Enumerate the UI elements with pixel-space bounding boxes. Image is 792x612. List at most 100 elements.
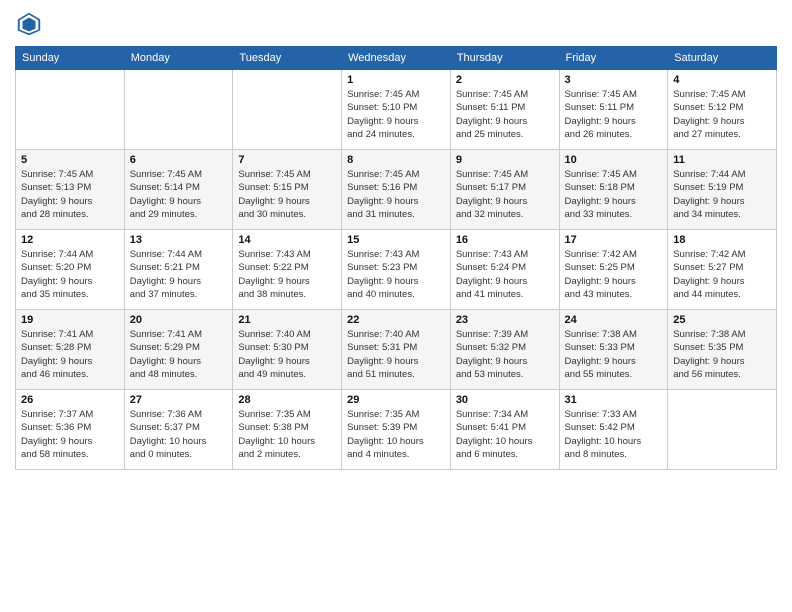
cell-info-text: Sunrise: 7:44 AM Sunset: 5:19 PM Dayligh… bbox=[673, 168, 771, 221]
weekday-header-tuesday: Tuesday bbox=[233, 47, 342, 70]
calendar-cell: 2 Sunrise: 7:45 AM Sunset: 5:11 PM Daylig… bbox=[450, 70, 559, 150]
cell-info-text: Sunrise: 7:35 AM Sunset: 5:39 PM Dayligh… bbox=[347, 408, 445, 461]
cell-day-number: 27 bbox=[130, 394, 228, 406]
cell-info-text: Sunrise: 7:44 AM Sunset: 5:21 PM Dayligh… bbox=[130, 248, 228, 301]
calendar-cell bbox=[16, 70, 125, 150]
cell-day-number: 31 bbox=[565, 394, 663, 406]
weekday-header-saturday: Saturday bbox=[668, 47, 777, 70]
cell-day-number: 22 bbox=[347, 314, 445, 326]
calendar-cell: 7 Sunrise: 7:45 AM Sunset: 5:15 PM Daylig… bbox=[233, 150, 342, 230]
calendar-cell: 21 Sunrise: 7:40 AM Sunset: 5:30 PM Dayli… bbox=[233, 310, 342, 390]
cell-day-number: 15 bbox=[347, 234, 445, 246]
cell-info-text: Sunrise: 7:45 AM Sunset: 5:15 PM Dayligh… bbox=[238, 168, 336, 221]
cell-day-number: 28 bbox=[238, 394, 336, 406]
cell-info-text: Sunrise: 7:38 AM Sunset: 5:35 PM Dayligh… bbox=[673, 328, 771, 381]
calendar-cell: 3 Sunrise: 7:45 AM Sunset: 5:11 PM Daylig… bbox=[559, 70, 668, 150]
cell-info-text: Sunrise: 7:45 AM Sunset: 5:18 PM Dayligh… bbox=[565, 168, 663, 221]
cell-info-text: Sunrise: 7:43 AM Sunset: 5:23 PM Dayligh… bbox=[347, 248, 445, 301]
cell-day-number: 17 bbox=[565, 234, 663, 246]
calendar-cell: 30Sunrise: 7:34 AM Sunset: 5:41 PM Dayli… bbox=[450, 390, 559, 470]
calendar-week-3: 12Sunrise: 7:44 AM Sunset: 5:20 PM Dayli… bbox=[16, 230, 777, 310]
cell-info-text: Sunrise: 7:40 AM Sunset: 5:31 PM Dayligh… bbox=[347, 328, 445, 381]
weekday-header-row: SundayMondayTuesdayWednesdayThursdayFrid… bbox=[16, 47, 777, 70]
cell-day-number: 4 bbox=[673, 74, 771, 86]
cell-info-text: Sunrise: 7:34 AM Sunset: 5:41 PM Dayligh… bbox=[456, 408, 554, 461]
cell-info-text: Sunrise: 7:38 AM Sunset: 5:33 PM Dayligh… bbox=[565, 328, 663, 381]
calendar-cell: 23 Sunrise: 7:39 AM Sunset: 5:32 PM Dayli… bbox=[450, 310, 559, 390]
cell-info-text: Sunrise: 7:45 AM Sunset: 5:11 PM Dayligh… bbox=[456, 88, 554, 141]
calendar-table: SundayMondayTuesdayWednesdayThursdayFrid… bbox=[15, 46, 777, 470]
calendar-cell: 12Sunrise: 7:44 AM Sunset: 5:20 PM Dayli… bbox=[16, 230, 125, 310]
calendar-cell: 20 Sunrise: 7:41 AM Sunset: 5:29 PM Dayli… bbox=[124, 310, 233, 390]
cell-info-text: Sunrise: 7:42 AM Sunset: 5:25 PM Dayligh… bbox=[565, 248, 663, 301]
calendar-cell: 9 Sunrise: 7:45 AM Sunset: 5:17 PM Daylig… bbox=[450, 150, 559, 230]
calendar-cell bbox=[124, 70, 233, 150]
calendar-cell: 11 Sunrise: 7:44 AM Sunset: 5:19 PM Dayli… bbox=[668, 150, 777, 230]
cell-info-text: Sunrise: 7:45 AM Sunset: 5:10 PM Dayligh… bbox=[347, 88, 445, 141]
calendar-cell: 22 Sunrise: 7:40 AM Sunset: 5:31 PM Dayli… bbox=[342, 310, 451, 390]
cell-day-number: 29 bbox=[347, 394, 445, 406]
calendar-week-5: 26 Sunrise: 7:37 AM Sunset: 5:36 PM Dayli… bbox=[16, 390, 777, 470]
cell-day-number: 6 bbox=[130, 154, 228, 166]
logo bbox=[15, 10, 47, 38]
calendar-cell: 25Sunrise: 7:38 AM Sunset: 5:35 PM Dayli… bbox=[668, 310, 777, 390]
cell-day-number: 10 bbox=[565, 154, 663, 166]
calendar-cell: 5 Sunrise: 7:45 AM Sunset: 5:13 PM Daylig… bbox=[16, 150, 125, 230]
cell-day-number: 8 bbox=[347, 154, 445, 166]
cell-day-number: 2 bbox=[456, 74, 554, 86]
cell-info-text: Sunrise: 7:43 AM Sunset: 5:22 PM Dayligh… bbox=[238, 248, 336, 301]
calendar-cell: 24Sunrise: 7:38 AM Sunset: 5:33 PM Dayli… bbox=[559, 310, 668, 390]
cell-info-text: Sunrise: 7:45 AM Sunset: 5:12 PM Dayligh… bbox=[673, 88, 771, 141]
calendar-cell: 6 Sunrise: 7:45 AM Sunset: 5:14 PM Daylig… bbox=[124, 150, 233, 230]
cell-day-number: 18 bbox=[673, 234, 771, 246]
cell-info-text: Sunrise: 7:33 AM Sunset: 5:42 PM Dayligh… bbox=[565, 408, 663, 461]
cell-info-text: Sunrise: 7:41 AM Sunset: 5:29 PM Dayligh… bbox=[130, 328, 228, 381]
cell-info-text: Sunrise: 7:45 AM Sunset: 5:16 PM Dayligh… bbox=[347, 168, 445, 221]
cell-info-text: Sunrise: 7:39 AM Sunset: 5:32 PM Dayligh… bbox=[456, 328, 554, 381]
logo-icon bbox=[15, 10, 43, 38]
cell-day-number: 26 bbox=[21, 394, 119, 406]
cell-info-text: Sunrise: 7:36 AM Sunset: 5:37 PM Dayligh… bbox=[130, 408, 228, 461]
calendar-cell: 31 Sunrise: 7:33 AM Sunset: 5:42 PM Dayli… bbox=[559, 390, 668, 470]
cell-day-number: 19 bbox=[21, 314, 119, 326]
cell-info-text: Sunrise: 7:43 AM Sunset: 5:24 PM Dayligh… bbox=[456, 248, 554, 301]
calendar-cell: 8 Sunrise: 7:45 AM Sunset: 5:16 PM Daylig… bbox=[342, 150, 451, 230]
cell-info-text: Sunrise: 7:45 AM Sunset: 5:17 PM Dayligh… bbox=[456, 168, 554, 221]
cell-day-number: 9 bbox=[456, 154, 554, 166]
page: SundayMondayTuesdayWednesdayThursdayFrid… bbox=[0, 0, 792, 612]
cell-day-number: 21 bbox=[238, 314, 336, 326]
cell-day-number: 23 bbox=[456, 314, 554, 326]
cell-info-text: Sunrise: 7:45 AM Sunset: 5:14 PM Dayligh… bbox=[130, 168, 228, 221]
weekday-header-monday: Monday bbox=[124, 47, 233, 70]
calendar-cell: 15 Sunrise: 7:43 AM Sunset: 5:23 PM Dayli… bbox=[342, 230, 451, 310]
cell-day-number: 12 bbox=[21, 234, 119, 246]
calendar-cell: 1 Sunrise: 7:45 AM Sunset: 5:10 PM Daylig… bbox=[342, 70, 451, 150]
calendar-cell bbox=[233, 70, 342, 150]
cell-day-number: 20 bbox=[130, 314, 228, 326]
calendar-week-2: 5 Sunrise: 7:45 AM Sunset: 5:13 PM Daylig… bbox=[16, 150, 777, 230]
cell-day-number: 7 bbox=[238, 154, 336, 166]
cell-info-text: Sunrise: 7:45 AM Sunset: 5:11 PM Dayligh… bbox=[565, 88, 663, 141]
calendar-cell: 10 Sunrise: 7:45 AM Sunset: 5:18 PM Dayli… bbox=[559, 150, 668, 230]
cell-day-number: 16 bbox=[456, 234, 554, 246]
cell-info-text: Sunrise: 7:41 AM Sunset: 5:28 PM Dayligh… bbox=[21, 328, 119, 381]
calendar-cell: 18 Sunrise: 7:42 AM Sunset: 5:27 PM Dayli… bbox=[668, 230, 777, 310]
calendar-cell: 13Sunrise: 7:44 AM Sunset: 5:21 PM Dayli… bbox=[124, 230, 233, 310]
cell-day-number: 5 bbox=[21, 154, 119, 166]
cell-day-number: 1 bbox=[347, 74, 445, 86]
cell-info-text: Sunrise: 7:42 AM Sunset: 5:27 PM Dayligh… bbox=[673, 248, 771, 301]
cell-day-number: 11 bbox=[673, 154, 771, 166]
calendar-cell: 28 Sunrise: 7:35 AM Sunset: 5:38 PM Dayli… bbox=[233, 390, 342, 470]
cell-info-text: Sunrise: 7:45 AM Sunset: 5:13 PM Dayligh… bbox=[21, 168, 119, 221]
cell-day-number: 3 bbox=[565, 74, 663, 86]
calendar-cell: 19 Sunrise: 7:41 AM Sunset: 5:28 PM Dayli… bbox=[16, 310, 125, 390]
weekday-header-wednesday: Wednesday bbox=[342, 47, 451, 70]
calendar-cell: 4 Sunrise: 7:45 AM Sunset: 5:12 PM Daylig… bbox=[668, 70, 777, 150]
calendar-cell: 27 Sunrise: 7:36 AM Sunset: 5:37 PM Dayli… bbox=[124, 390, 233, 470]
cell-info-text: Sunrise: 7:40 AM Sunset: 5:30 PM Dayligh… bbox=[238, 328, 336, 381]
calendar-cell: 29 Sunrise: 7:35 AM Sunset: 5:39 PM Dayli… bbox=[342, 390, 451, 470]
cell-info-text: Sunrise: 7:35 AM Sunset: 5:38 PM Dayligh… bbox=[238, 408, 336, 461]
calendar-week-1: 1 Sunrise: 7:45 AM Sunset: 5:10 PM Daylig… bbox=[16, 70, 777, 150]
weekday-header-sunday: Sunday bbox=[16, 47, 125, 70]
cell-info-text: Sunrise: 7:37 AM Sunset: 5:36 PM Dayligh… bbox=[21, 408, 119, 461]
